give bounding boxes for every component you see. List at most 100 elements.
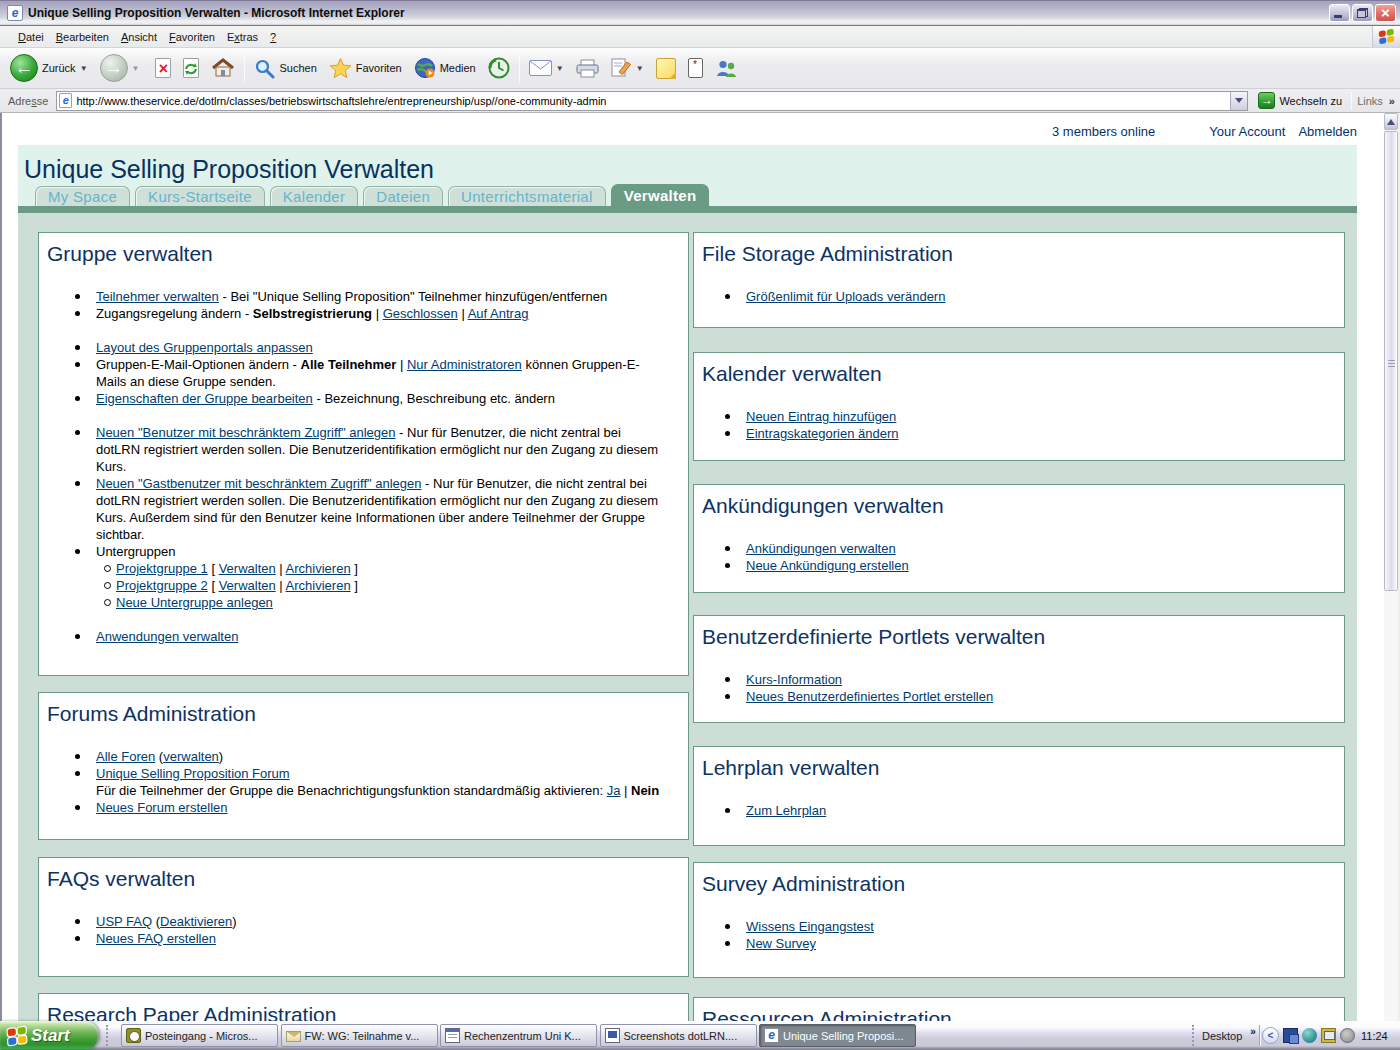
text: ] bbox=[351, 578, 358, 593]
text: ) bbox=[219, 749, 223, 764]
favorites-button[interactable]: Favoriten bbox=[323, 50, 408, 86]
link-verwalten[interactable]: Verwalten bbox=[219, 578, 276, 593]
link-ankündigungen-verwalten[interactable]: Ankündigungen verwalten bbox=[746, 541, 896, 556]
link-projektgruppe-1[interactable]: Projektgruppe 1 bbox=[116, 561, 208, 576]
link-new-survey[interactable]: New Survey bbox=[746, 936, 816, 951]
address-input[interactable]: e http://www.theservice.de/dotlrn/classe… bbox=[56, 91, 1248, 111]
members-online[interactable]: 3 members online bbox=[1052, 124, 1155, 139]
research-button[interactable]: * bbox=[682, 50, 709, 86]
tray-monitor-icon[interactable] bbox=[1321, 1028, 1336, 1043]
tray-network-icon[interactable] bbox=[1283, 1028, 1298, 1043]
link-größenlimit-für-uploads-verändern[interactable]: Größenlimit für Uploads verändern bbox=[746, 289, 945, 304]
link-neue-untergruppe-anlegen[interactable]: Neue Untergruppe anlegen bbox=[116, 595, 273, 610]
link-anwendungen-verwalten[interactable]: Anwendungen verwalten bbox=[96, 629, 238, 644]
link-wissens-eingangstest[interactable]: Wissens Eingangstest bbox=[746, 919, 874, 934]
logout-link[interactable]: Abmelden bbox=[1298, 124, 1357, 139]
print-button[interactable] bbox=[570, 50, 605, 86]
link-ja[interactable]: Ja bbox=[607, 783, 621, 798]
mail-button[interactable]: ▼ bbox=[523, 50, 570, 86]
menu-bearbeiten[interactable]: Bearbeiten bbox=[50, 31, 115, 43]
link-teilnehmer-verwalten[interactable]: Teilnehmer verwalten bbox=[96, 289, 219, 304]
task-button-rechenzentrum-uni-k[interactable]: Rechenzentrum Uni K... bbox=[440, 1024, 597, 1047]
forward-dropdown-icon[interactable]: ▼ bbox=[132, 64, 140, 73]
desktop-label[interactable]: Desktop bbox=[1202, 1030, 1242, 1042]
tray-status-icon[interactable] bbox=[1340, 1028, 1355, 1043]
menu-favoriten[interactable]: Favoriten bbox=[163, 31, 221, 43]
back-dropdown-icon[interactable]: ▼ bbox=[80, 64, 88, 73]
menu-extras[interactable]: Extras bbox=[221, 31, 264, 43]
tab-kurs-startseite[interactable]: Kurs-Startseite bbox=[135, 186, 265, 206]
tab-unterrichtsmaterial[interactable]: Unterrichtsmaterial bbox=[448, 186, 606, 206]
scrollbar-up-button[interactable] bbox=[1384, 113, 1398, 130]
minimize-button[interactable] bbox=[1329, 4, 1350, 22]
links-menu[interactable]: Links » bbox=[1357, 95, 1400, 107]
link-layout-des-gruppenportals-anpassen[interactable]: Layout des Gruppenportals anpassen bbox=[96, 340, 313, 355]
discuss-note-icon bbox=[656, 58, 676, 79]
link-neues-benutzerdefiniertes-portlet-erstellen[interactable]: Neues Benutzerdefiniertes Portlet erstel… bbox=[746, 689, 993, 704]
link-neuen-eintrag-hinzufügen[interactable]: Neuen Eintrag hinzufügen bbox=[746, 409, 896, 424]
task-button-fw-wg-teilnahme-v[interactable]: FW: WG: Teilnahme v... bbox=[281, 1024, 438, 1047]
tray-globe-icon[interactable] bbox=[1302, 1028, 1317, 1043]
maximize-button[interactable] bbox=[1352, 4, 1373, 22]
link-neues-forum-erstellen[interactable]: Neues Forum erstellen bbox=[96, 800, 228, 815]
tray-collapse-button[interactable]: < bbox=[1262, 1027, 1279, 1044]
menu-[interactable]: ? bbox=[264, 31, 282, 43]
internet-explorer-icon: e bbox=[764, 1028, 779, 1043]
link-usp-faq[interactable]: USP FAQ bbox=[96, 914, 152, 929]
close-button[interactable]: × bbox=[1375, 4, 1396, 22]
your-account-link[interactable]: Your Account bbox=[1209, 124, 1285, 139]
link-neues-faq-erstellen[interactable]: Neues FAQ erstellen bbox=[96, 931, 216, 946]
task-label: Unique Selling Proposi... bbox=[783, 1030, 903, 1042]
mail-dropdown-icon[interactable]: ▼ bbox=[556, 64, 564, 73]
link-verwalten[interactable]: verwalten bbox=[163, 749, 219, 764]
home-button[interactable] bbox=[205, 50, 241, 86]
media-button[interactable]: Medien bbox=[408, 50, 482, 86]
link-eintragskategorien-ändern[interactable]: Eintragskategorien ändern bbox=[746, 426, 899, 441]
forward-button[interactable]: → ▼ bbox=[94, 50, 146, 86]
deskband-grip bbox=[1192, 1025, 1195, 1046]
task-button-unique-selling-proposi[interactable]: e Unique Selling Proposi... bbox=[759, 1024, 916, 1047]
menu-ansicht[interactable]: Ansicht bbox=[115, 31, 163, 43]
link-kurs-information[interactable]: Kurs-Information bbox=[746, 672, 842, 687]
link-projektgruppe-2[interactable]: Projektgruppe 2 bbox=[116, 578, 208, 593]
link-geschlossen[interactable]: Geschlossen bbox=[383, 306, 458, 321]
go-button[interactable]: → Wechseln zu bbox=[1254, 91, 1346, 110]
refresh-button[interactable] bbox=[177, 50, 205, 86]
edit-dropdown-icon[interactable]: ▼ bbox=[636, 64, 644, 73]
task-button-posteingang-micros[interactable]: Posteingang - Micros... bbox=[121, 1024, 278, 1047]
discuss-button[interactable] bbox=[650, 50, 682, 86]
link-archivieren[interactable]: Archivieren bbox=[286, 578, 351, 593]
link-neuen-gastbenutzer-mit-beschränktem-zugriff-anlegen[interactable]: Neuen "Gastbenutzer mit beschränktem Zug… bbox=[96, 476, 422, 491]
link-verwalten[interactable]: Verwalten bbox=[219, 561, 276, 576]
tab-kalender[interactable]: Kalender bbox=[270, 186, 358, 206]
history-button[interactable] bbox=[482, 50, 516, 86]
link-deaktivieren[interactable]: Deaktivieren bbox=[160, 914, 232, 929]
link-zum-lehrplan[interactable]: Zum Lehrplan bbox=[746, 803, 826, 818]
menu-datei[interactable]: Datei bbox=[12, 31, 50, 43]
research-icon: * bbox=[688, 58, 703, 78]
tab-verwalten[interactable]: Verwalten bbox=[611, 184, 710, 206]
link-neuen-benutzer-mit-beschränktem-zugriff-anlegen[interactable]: Neuen "Benutzer mit beschränktem Zugriff… bbox=[96, 425, 395, 440]
link-nur-administratoren[interactable]: Nur Administratoren bbox=[407, 357, 522, 372]
task-button-screenshots-dotlrn[interactable]: Screenshots dotLRN.... bbox=[600, 1024, 757, 1047]
link-eigenschaften-der-gruppe-bearbeiten[interactable]: Eigenschaften der Gruppe bearbeiten bbox=[96, 391, 313, 406]
scrollbar-thumb[interactable] bbox=[1384, 131, 1398, 591]
address-dropdown-button[interactable] bbox=[1230, 92, 1247, 110]
link-auf-antrag[interactable]: Auf Antrag bbox=[468, 306, 529, 321]
link-unique-selling-proposition-forum[interactable]: Unique Selling Proposition Forum bbox=[96, 766, 290, 781]
vertical-scrollbar[interactable] bbox=[1384, 113, 1398, 1021]
messenger-button[interactable] bbox=[709, 50, 744, 86]
back-button[interactable]: ← Zurück ▼ bbox=[4, 50, 94, 86]
stop-button[interactable]: × bbox=[149, 50, 177, 86]
edit-button[interactable]: ▼ bbox=[605, 50, 650, 86]
search-button[interactable]: Suchen bbox=[248, 50, 322, 86]
link-archivieren[interactable]: Archivieren bbox=[286, 561, 351, 576]
tab-my-space[interactable]: My Space bbox=[35, 186, 130, 206]
start-button[interactable]: Start bbox=[0, 1021, 98, 1050]
desktop-chevron-icon[interactable]: » bbox=[1250, 1026, 1256, 1037]
home-icon bbox=[211, 57, 235, 79]
link-alle-foren[interactable]: Alle Foren bbox=[96, 749, 155, 764]
tab-dateien[interactable]: Dateien bbox=[363, 186, 443, 206]
list-item: Alle Foren (verwalten) bbox=[96, 748, 669, 765]
link-neue-ankündigung-erstellen[interactable]: Neue Ankündigung erstellen bbox=[746, 558, 909, 573]
